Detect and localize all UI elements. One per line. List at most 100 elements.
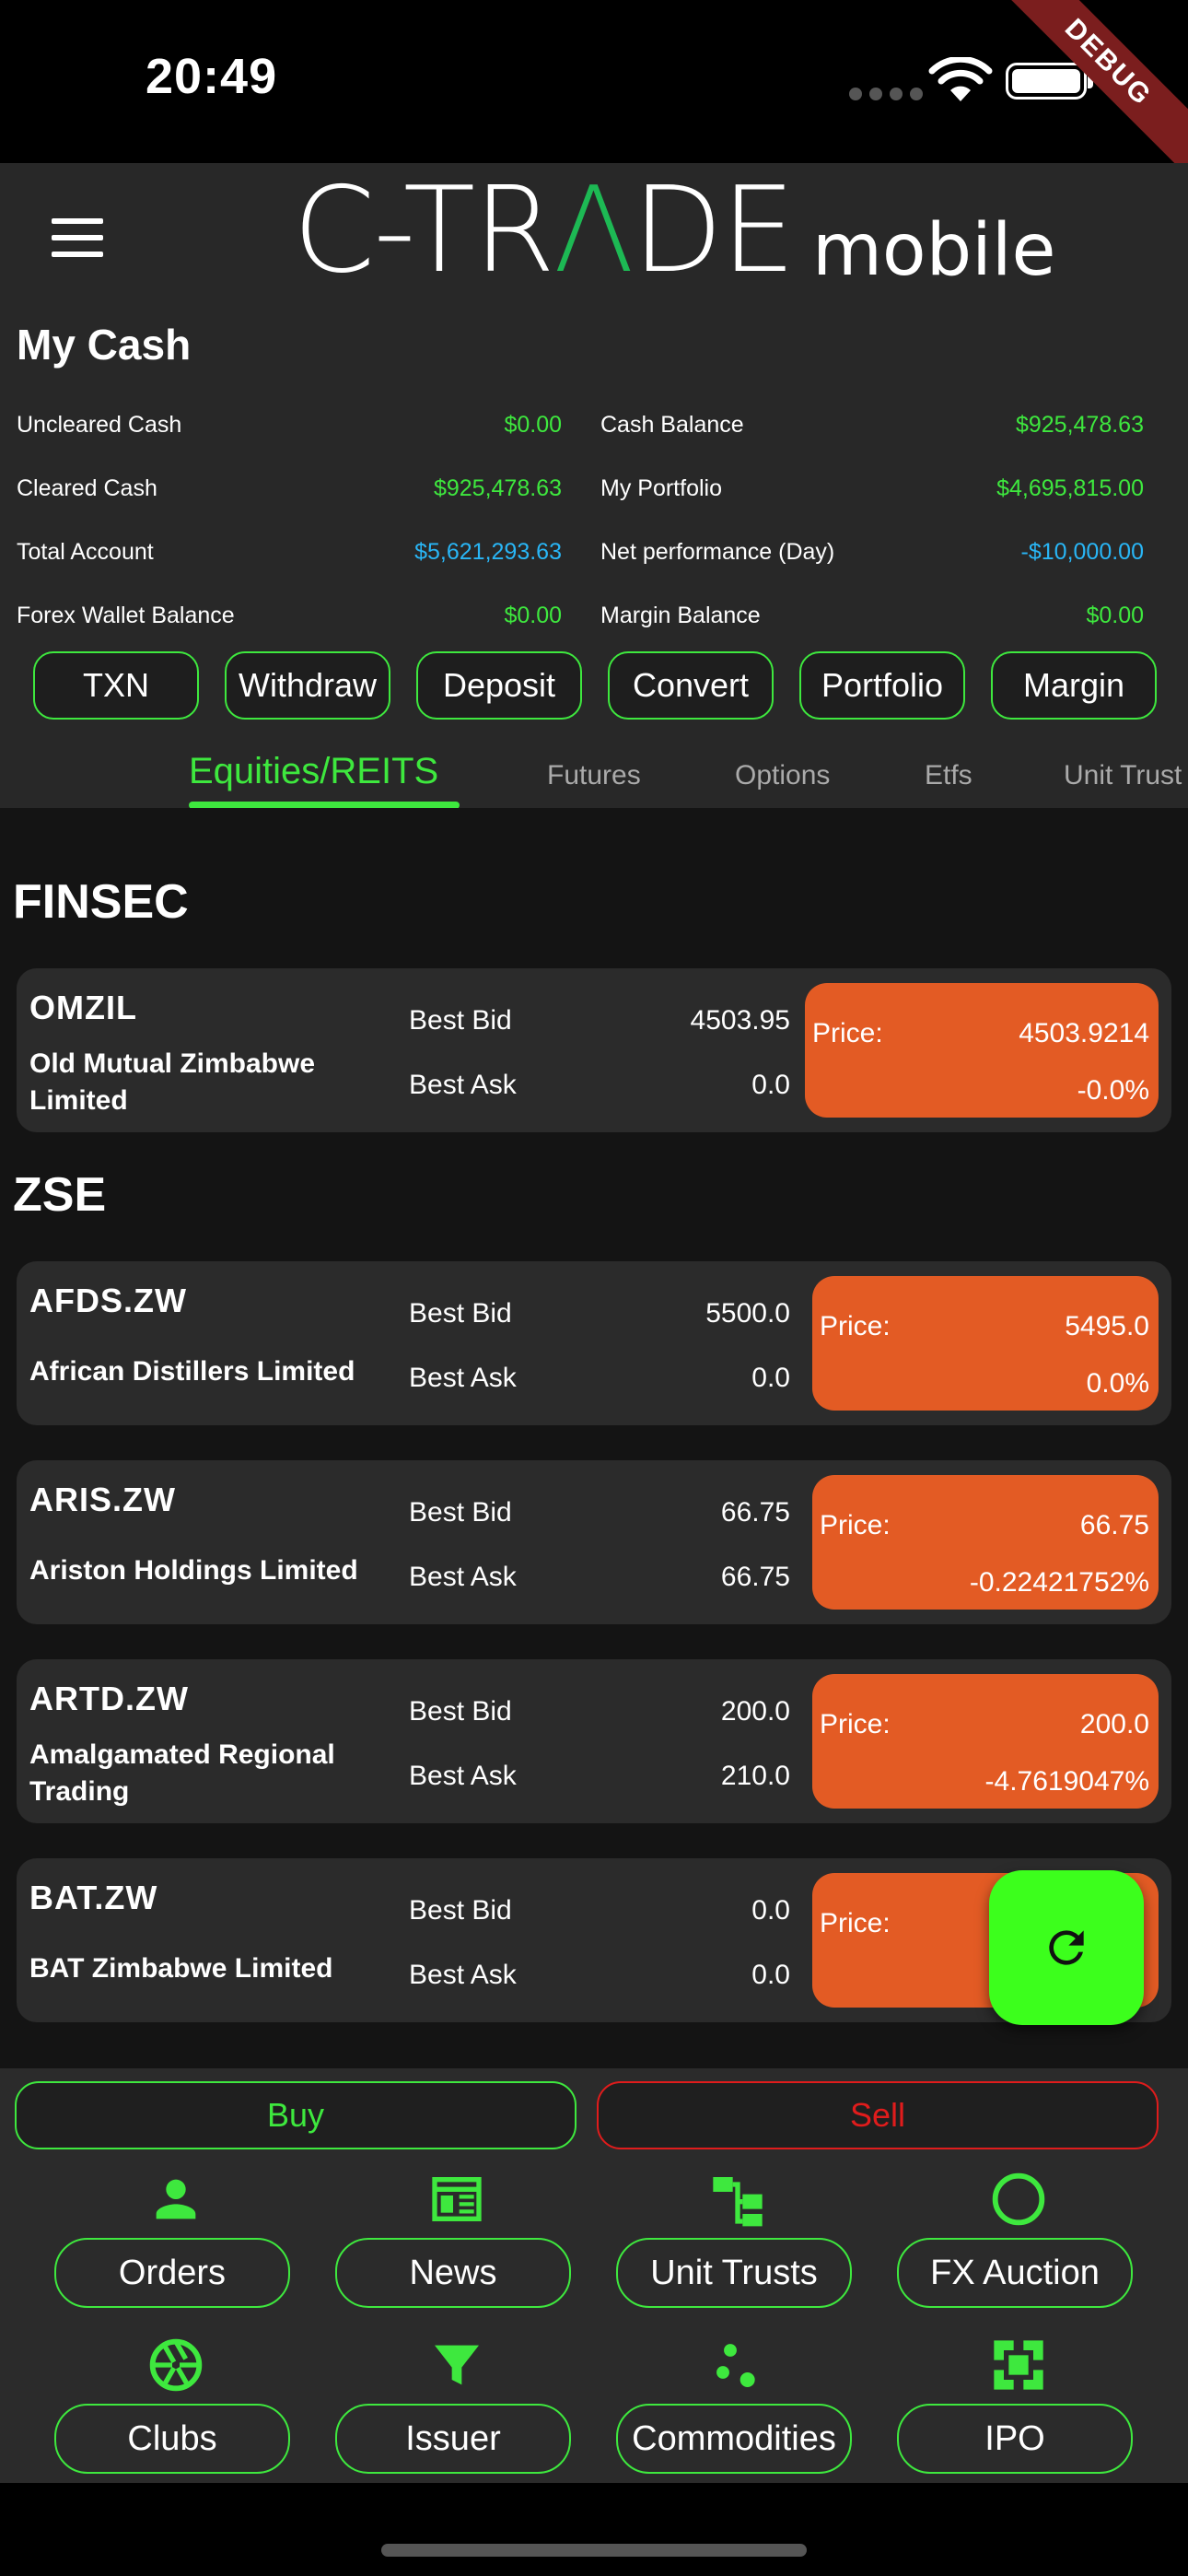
refresh-icon xyxy=(1049,1930,1084,1965)
best-ask-value: 0.0 xyxy=(751,1363,790,1393)
section-title-zse: ZSE xyxy=(13,1168,107,1222)
tab-equities[interactable]: Equities/REITS xyxy=(189,751,438,792)
cash-row-forex-wallet: Forex Wallet Balance $0.00 xyxy=(17,603,562,628)
price-label: Price: xyxy=(812,1018,883,1048)
ticker: BAT.ZW xyxy=(29,1879,158,1916)
app-logo: C-TRΛDE mobile xyxy=(293,162,1056,299)
ipo-button[interactable]: IPO xyxy=(897,2404,1133,2474)
cash-row-net-performance: Net performance (Day) -$10,000.00 xyxy=(600,539,1144,565)
price-box[interactable]: Price: 200.0 -4.7619047% xyxy=(812,1674,1159,1809)
best-bid-label: Best Bid xyxy=(409,1497,512,1528)
issuer-button[interactable]: Issuer xyxy=(335,2404,571,2474)
price-value: 200.0 xyxy=(1079,1709,1149,1739)
cash-row-portfolio: My Portfolio $4,695,815.00 xyxy=(600,475,1144,501)
price-label: Price: xyxy=(820,1510,891,1540)
tab-options[interactable]: Options xyxy=(735,760,830,791)
price-change: 0.0% xyxy=(1086,1368,1149,1399)
company-name: African Distillers Limited xyxy=(29,1356,355,1387)
menu-icon[interactable] xyxy=(52,218,103,259)
tab-unit-trust[interactable]: Unit Trust xyxy=(1064,760,1182,791)
best-ask-value: 210.0 xyxy=(720,1761,790,1791)
news-button[interactable]: News xyxy=(335,2238,571,2308)
security-card[interactable]: OMZIL Old Mutual Zimbabwe Limited Best B… xyxy=(17,968,1171,1132)
sell-button[interactable]: Sell xyxy=(597,2081,1159,2149)
home-indicator[interactable] xyxy=(381,2544,807,2557)
wifi-icon xyxy=(928,57,993,101)
price-value: 4503.9214 xyxy=(1019,1018,1149,1048)
deposit-button[interactable]: Deposit xyxy=(416,651,582,720)
security-card[interactable]: ARIS.ZW Ariston Holdings Limited Best Bi… xyxy=(17,1460,1171,1624)
best-ask-value: 0.0 xyxy=(751,1070,790,1100)
commodities-button[interactable]: Commodities xyxy=(616,2404,852,2474)
bottom-panel: Buy Sell Orders News Unit Trusts FX Auct… xyxy=(0,2068,1188,2483)
price-box[interactable]: Price: 5495.0 0.0% xyxy=(812,1276,1159,1411)
price-value: 66.75 xyxy=(1079,1510,1149,1540)
price-box[interactable]: Price: 66.75 -0.22421752% xyxy=(812,1475,1159,1610)
status-bar: 20:49 DEBUG xyxy=(0,0,1188,188)
cash-row-uncleared: Uncleared Cash $0.00 xyxy=(17,412,562,438)
unit-trusts-button[interactable]: Unit Trusts xyxy=(616,2238,852,2308)
ticker: ARIS.ZW xyxy=(29,1481,176,1518)
price-change: -4.7619047% xyxy=(984,1766,1149,1797)
buy-button[interactable]: Buy xyxy=(15,2081,577,2149)
company-name: Amalgamated Regional Trading xyxy=(29,1739,335,1807)
security-card[interactable]: ARTD.ZW Amalgamated Regional Trading Bes… xyxy=(17,1659,1171,1823)
best-bid-value: 4503.95 xyxy=(690,1005,790,1036)
security-card[interactable]: AFDS.ZW African Distillers Limited Best … xyxy=(17,1261,1171,1425)
price-change: -0.0% xyxy=(1077,1075,1149,1106)
best-bid-value: 5500.0 xyxy=(705,1298,790,1329)
section-title-finsec: FINSEC xyxy=(13,875,189,929)
withdraw-button[interactable]: Withdraw xyxy=(225,651,390,720)
nav-unit-trusts[interactable]: Unit Trusts xyxy=(616,2170,852,2319)
nav-clubs[interactable]: Clubs xyxy=(54,2336,290,2485)
fx-auction-button[interactable]: FX Auction xyxy=(897,2238,1133,2308)
tab-etfs[interactable]: Etfs xyxy=(925,760,973,791)
fit-screen-icon xyxy=(994,2340,1043,2390)
circle-icon xyxy=(992,2172,1045,2226)
home-bar xyxy=(0,2483,1188,2576)
price-change: -0.22421752% xyxy=(969,1567,1149,1598)
nav-issuer[interactable]: Issuer xyxy=(335,2336,571,2485)
tab-futures[interactable]: Futures xyxy=(547,760,641,791)
cash-section: My Cash Uncleared Cash $0.00 Cash Balance… xyxy=(0,310,1188,808)
cash-row-margin: Margin Balance $0.00 xyxy=(600,603,1144,628)
convert-button[interactable]: Convert xyxy=(608,651,774,720)
company-name: Old Mutual Zimbabwe Limited xyxy=(29,1048,316,1116)
newspaper-icon xyxy=(432,2177,482,2221)
best-ask-label: Best Ask xyxy=(409,1960,517,1990)
ticker: OMZIL xyxy=(29,989,137,1026)
nav-ipo[interactable]: IPO xyxy=(897,2336,1133,2485)
clubs-button[interactable]: Clubs xyxy=(54,2404,290,2474)
status-time: 20:49 xyxy=(146,49,278,104)
portfolio-button[interactable]: Portfolio xyxy=(799,651,965,720)
hierarchy-icon xyxy=(713,2177,763,2227)
app-header: C-TRΛDE mobile xyxy=(0,163,1188,310)
company-name: BAT Zimbabwe Limited xyxy=(29,1953,333,1984)
price-label: Price: xyxy=(820,1709,891,1739)
best-ask-label: Best Ask xyxy=(409,1363,517,1393)
best-bid-label: Best Bid xyxy=(409,1298,512,1329)
orders-button[interactable]: Orders xyxy=(54,2238,290,2308)
company-name: Ariston Holdings Limited xyxy=(29,1555,358,1586)
filter-icon xyxy=(435,2345,479,2385)
best-ask-value: 66.75 xyxy=(720,1562,790,1592)
best-ask-label: Best Ask xyxy=(409,1761,517,1791)
cellular-signal-icon xyxy=(849,88,923,100)
cash-row-total: Total Account $5,621,293.63 xyxy=(17,539,562,565)
txn-button[interactable]: TXN xyxy=(33,651,199,720)
nav-orders[interactable]: Orders xyxy=(54,2170,290,2319)
scatter-icon xyxy=(716,2344,755,2387)
nav-commodities[interactable]: Commodities xyxy=(616,2336,852,2485)
best-bid-value: 0.0 xyxy=(751,1895,790,1926)
cash-title: My Cash xyxy=(17,321,192,369)
best-ask-label: Best Ask xyxy=(409,1562,517,1592)
refresh-button[interactable] xyxy=(989,1870,1144,2025)
nav-news[interactable]: News xyxy=(335,2170,571,2319)
margin-button[interactable]: Margin xyxy=(991,651,1157,720)
market-tabs: Equities/REITS Futures Options Etfs Unit… xyxy=(0,751,1188,809)
best-bid-label: Best Bid xyxy=(409,1696,512,1727)
ticker: ARTD.ZW xyxy=(29,1680,189,1717)
nav-fx-auction[interactable]: FX Auction xyxy=(897,2170,1133,2319)
aperture-icon xyxy=(149,2338,203,2392)
price-box[interactable]: Price: 4503.9214 -0.0% xyxy=(805,983,1159,1118)
